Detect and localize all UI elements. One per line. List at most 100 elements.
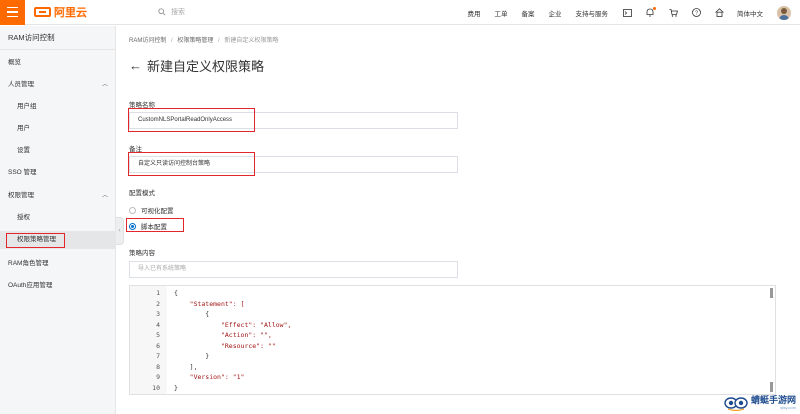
line-number: 1	[156, 289, 160, 297]
sidebar-item-label: OAuth应用管理	[8, 282, 53, 289]
line-number: 2	[156, 299, 160, 308]
home-icon[interactable]	[714, 8, 724, 18]
sidebar-item-settings[interactable]: 设置	[0, 142, 116, 160]
policy-content-label: 策略内容	[129, 250, 155, 257]
import-policy-select[interactable]: 导入已有系统策略	[129, 261, 458, 278]
remark-input[interactable]: 自定义只读访问控制台策略	[129, 156, 458, 173]
radio-label: 脚本配置	[141, 224, 167, 231]
policy-code-editor[interactable]: 1 { 2 "Statement": [ 3 { 4 "Effect": "All…	[129, 285, 776, 395]
code-line: 7 }	[130, 351, 730, 362]
sidebar-item-oauth[interactable]: OAuth应用管理	[0, 277, 116, 295]
mode-label: 配置模式	[129, 190, 155, 197]
logo-text: 阿里云	[54, 7, 87, 19]
aliyun-logo-mark-icon	[34, 7, 51, 17]
nav-support[interactable]: 支持与服务	[576, 8, 609, 18]
breadcrumb-current: 新建自定义权限策略	[224, 38, 279, 44]
code-text: }	[174, 352, 210, 360]
nav-enterprise[interactable]: 企业	[549, 8, 562, 18]
breadcrumb-policies[interactable]: 权限策略管理	[177, 38, 213, 44]
radio-visual-config[interactable]: 可视化配置	[129, 205, 174, 215]
svg-text:?: ?	[694, 11, 697, 17]
breadcrumb-separator: /	[218, 38, 220, 44]
code-text: ],	[174, 362, 198, 371]
sidebar-item-grants[interactable]: 授权	[0, 209, 116, 227]
nav-fees[interactable]: 费用	[468, 8, 481, 18]
sidebar-item-label: 用户组	[17, 103, 37, 110]
sidebar-item-groups[interactable]: 用户组	[0, 98, 116, 116]
code-line: 8 ],	[130, 362, 730, 373]
breadcrumb: RAM访问控制 / 权限策略管理 / 新建自定义权限策略	[129, 35, 278, 44]
code-text: "Statement": [	[174, 299, 245, 308]
sidebar-title: RAM访问控制	[0, 26, 115, 50]
watermark-sub: qtsy.com	[780, 405, 796, 410]
code-text: "Action": "",	[174, 331, 272, 339]
search-icon	[158, 8, 166, 16]
sidebar-item-permissions[interactable]: 权限管理 ︿	[0, 187, 116, 205]
remark-label: 备注	[129, 146, 142, 153]
code-line: 9 "Version": "1"	[130, 372, 730, 383]
sidebar-item-overview[interactable]: 概览	[0, 54, 116, 72]
top-bar: 阿里云 搜索 费用 工单 备案 企业 支持与服务 ? 简体中文	[0, 0, 800, 25]
line-number: 3	[156, 310, 160, 318]
breadcrumb-separator: /	[171, 38, 173, 44]
policy-name-label: 策略名称	[129, 102, 155, 109]
page-title: ← 新建自定义权限策略	[129, 56, 264, 75]
aliyun-logo[interactable]: 阿里云	[34, 4, 87, 20]
sidebar-item-identities[interactable]: 人员管理 ︿	[0, 76, 116, 94]
sidebar-item-label: 用户	[17, 125, 30, 132]
code-line: 6 "Resource": ""	[130, 341, 730, 352]
hamburger-menu-icon[interactable]	[0, 0, 25, 25]
top-nav: 费用 工单 备案 企业 支持与服务 ? 简体中文	[468, 0, 800, 25]
chevron-up-icon: ︿	[101, 193, 108, 199]
code-text: "Version": "1"	[174, 373, 245, 381]
chevron-up-icon: ︿	[101, 82, 108, 88]
bell-icon[interactable]	[645, 6, 656, 18]
sidebar-item-label: 权限策略管理	[17, 236, 56, 243]
editor-scrollbar-top[interactable]	[770, 288, 773, 298]
watermark-text: 蜻蜓手游网	[750, 395, 796, 405]
breadcrumb-ram[interactable]: RAM访问控制	[129, 38, 166, 44]
line-number: 10	[152, 383, 160, 392]
code-text: {	[174, 310, 210, 318]
sidebar-item-label: 授权	[17, 214, 30, 221]
sidebar: RAM访问控制 概览 人员管理 ︿ 用户组 用户 设置 SSO 管理 权限管理 ︿ …	[0, 26, 116, 414]
sidebar-item-policies[interactable]: 权限策略管理	[0, 231, 116, 249]
sidebar-collapse-toggle[interactable]: ‹	[116, 217, 124, 245]
search-placeholder: 搜索	[171, 9, 185, 16]
notification-dot	[653, 6, 656, 10]
code-line: 2 "Statement": [	[130, 299, 730, 310]
sidebar-item-label: 权限管理	[8, 192, 34, 199]
code-line: 4 "Effect": "Allow",	[130, 320, 730, 331]
search-box[interactable]: 搜索	[158, 7, 185, 17]
sidebar-item-roles[interactable]: RAM角色管理	[0, 255, 116, 273]
line-number: 6	[156, 341, 160, 350]
line-number: 7	[156, 352, 160, 360]
nav-icp[interactable]: 备案	[522, 8, 535, 18]
cart-icon[interactable]	[668, 8, 678, 18]
user-avatar[interactable]	[777, 5, 791, 20]
code-line: 10}	[130, 383, 730, 394]
code-text: "Resource": ""	[174, 341, 276, 350]
code-line: 3 {	[130, 309, 730, 320]
page-title-text: 新建自定义权限策略	[147, 59, 265, 74]
watermark-text-block: 蜻蜓手游网 qtsy.com	[750, 395, 796, 411]
sidebar-item-users[interactable]: 用户	[0, 120, 116, 138]
editor-scrollbar-bottom[interactable]	[770, 382, 773, 392]
code-text: "Effect": "Allow",	[174, 320, 292, 329]
sidebar-item-label: RAM角色管理	[8, 260, 49, 267]
help-icon[interactable]: ?	[691, 8, 701, 18]
back-arrow-icon[interactable]: ←	[129, 58, 142, 73]
sidebar-item-label: 人员管理	[8, 81, 34, 88]
radio-label: 可视化配置	[141, 208, 174, 215]
radio-script-config[interactable]: 脚本配置	[129, 221, 167, 231]
policy-name-input[interactable]: CustomNLSPortalReadOnlyAccess	[129, 112, 458, 129]
language-switch[interactable]: 简体中文	[737, 8, 763, 18]
terminal-icon[interactable]	[622, 8, 632, 18]
nav-tickets[interactable]: 工单	[495, 8, 508, 18]
dragonfly-logo-icon	[724, 397, 748, 411]
line-number: 9	[156, 373, 160, 381]
sidebar-item-sso[interactable]: SSO 管理	[0, 164, 116, 182]
line-number: 4	[156, 320, 160, 329]
sidebar-item-label: 设置	[17, 147, 30, 154]
radio-circle	[129, 206, 136, 214]
